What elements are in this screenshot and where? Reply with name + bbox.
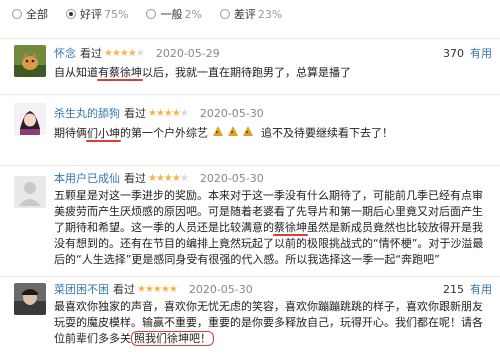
username-link[interactable]: 杀生丸的舔狗 bbox=[54, 107, 120, 121]
review-date: 2020-05-30 bbox=[199, 107, 264, 120]
review-header: 怀念 看过 ★★★★★ 2020-05-29 370 有用 bbox=[54, 47, 492, 61]
avatar[interactable] bbox=[14, 45, 46, 77]
avatar[interactable] bbox=[14, 103, 46, 135]
review-header: 菜团困不困 看过 ★★★★★ 2020-05-30 215 有用 bbox=[54, 283, 492, 297]
rating-filter-bar: 全部 好评 75% 一般 2% 差评 23% bbox=[0, 0, 500, 28]
useful-count: 370 bbox=[443, 47, 464, 60]
review-item: 菜团困不困 看过 ★★★★★ 2020-05-30 215 有用 最喜欢你独家的… bbox=[0, 276, 500, 357]
filter-neutral[interactable]: 一般 2% bbox=[146, 6, 202, 22]
filter-neutral-label: 一般 bbox=[160, 8, 183, 21]
useful-button[interactable]: 有用 bbox=[470, 47, 492, 61]
filter-positive-label: 好评 bbox=[80, 8, 102, 21]
filter-all-label: 全部 bbox=[26, 8, 48, 21]
rating-stars: ★★★★★ bbox=[104, 48, 145, 59]
review-item: 本用户已成仙 看过 ★★★★★ 2020-05-30 五颗星是对这一季进步的奖励… bbox=[0, 165, 500, 268]
watched-label: 看过 bbox=[113, 283, 135, 296]
review-item: 怀念 看过 ★★★★★ 2020-05-29 370 有用 自从知道有蔡徐坤以后… bbox=[0, 38, 500, 92]
rating-stars: ★★★★★ bbox=[137, 284, 178, 295]
review-header: 杀生丸的舔狗 看过 ★★★★★ 2020-05-30 bbox=[54, 107, 492, 121]
review-text-part: 最喜欢你独家的声音，喜欢你无忧无虑的笑容，喜欢你蹦蹦跳跳的样子，喜欢你跟新朋友玩… bbox=[54, 300, 483, 345]
radio-all[interactable] bbox=[12, 9, 22, 19]
review-text: 最喜欢你独家的声音，喜欢你无忧无虑的笑容，喜欢你蹦蹦跳跳的样子，喜欢你跟新朋友玩… bbox=[54, 299, 490, 347]
review-text-part: 期待俩 bbox=[54, 126, 87, 140]
emoji-icon bbox=[212, 125, 258, 142]
review-text-part: 追不及待要继续看下去了！ bbox=[261, 126, 393, 140]
review-text-part: 自从知道 bbox=[54, 66, 98, 79]
review-date: 2020-05-30 bbox=[199, 172, 264, 185]
filter-negative-label: 差评 bbox=[233, 8, 256, 21]
review-text: 五颗星是对这一季进步的奖励。本来对于这一季没有什么期待了，可能前几季已经有点审美… bbox=[54, 188, 490, 268]
useful-count: 215 bbox=[443, 283, 464, 296]
filter-all[interactable]: 全部 bbox=[12, 6, 48, 22]
rating-stars: ★★★★★ bbox=[148, 173, 189, 184]
avatar[interactable] bbox=[14, 283, 46, 315]
radio-negative[interactable] bbox=[219, 9, 230, 19]
review-date: 2020-05-29 bbox=[155, 47, 220, 60]
review-item: 杀生丸的舔狗 看过 ★★★★★ 2020-05-30 期待俩们小坤的第一个户外综… bbox=[0, 94, 500, 148]
radio-neutral[interactable] bbox=[146, 9, 157, 19]
highlight-underline: 有蔡徐坤 bbox=[98, 66, 142, 79]
filter-negative[interactable]: 差评 23% bbox=[219, 6, 283, 22]
highlight-underline: 们小坤 bbox=[87, 126, 120, 140]
useful-button[interactable]: 有用 bbox=[470, 283, 492, 297]
filter-neutral-pct: 2% bbox=[184, 7, 202, 21]
review-text-part: 以后，我就一直在期待跑男了，总算是播了 bbox=[142, 66, 351, 79]
review-header: 本用户已成仙 看过 ★★★★★ 2020-05-30 bbox=[54, 172, 492, 186]
highlight-underline: 蔡徐坤 bbox=[274, 221, 307, 234]
username-link[interactable]: 怀念 bbox=[54, 47, 76, 61]
watched-label: 看过 bbox=[80, 47, 102, 60]
filter-positive-pct: 75% bbox=[104, 7, 129, 21]
highlight-box: 照我们徐坤吧！ bbox=[131, 331, 214, 346]
filter-negative-pct: 23% bbox=[257, 7, 283, 21]
watched-label: 看过 bbox=[124, 172, 146, 185]
review-text: 期待俩们小坤的第一个户外综艺 追不及待要继续看下去了！ bbox=[54, 125, 490, 142]
avatar[interactable] bbox=[14, 176, 46, 208]
review-text: 自从知道有蔡徐坤以后，我就一直在期待跑男了，总算是播了 bbox=[54, 65, 490, 81]
username-link[interactable]: 本用户已成仙 bbox=[54, 172, 120, 186]
rating-stars: ★★★★★ bbox=[148, 108, 189, 119]
username-link[interactable]: 菜团困不困 bbox=[54, 283, 109, 297]
filter-positive[interactable]: 好评 75% bbox=[66, 6, 128, 22]
watched-label: 看过 bbox=[124, 107, 146, 120]
review-date: 2020-05-30 bbox=[188, 283, 253, 296]
radio-positive[interactable] bbox=[66, 9, 76, 19]
review-text-part: 的第一个户外综艺 bbox=[120, 126, 208, 140]
